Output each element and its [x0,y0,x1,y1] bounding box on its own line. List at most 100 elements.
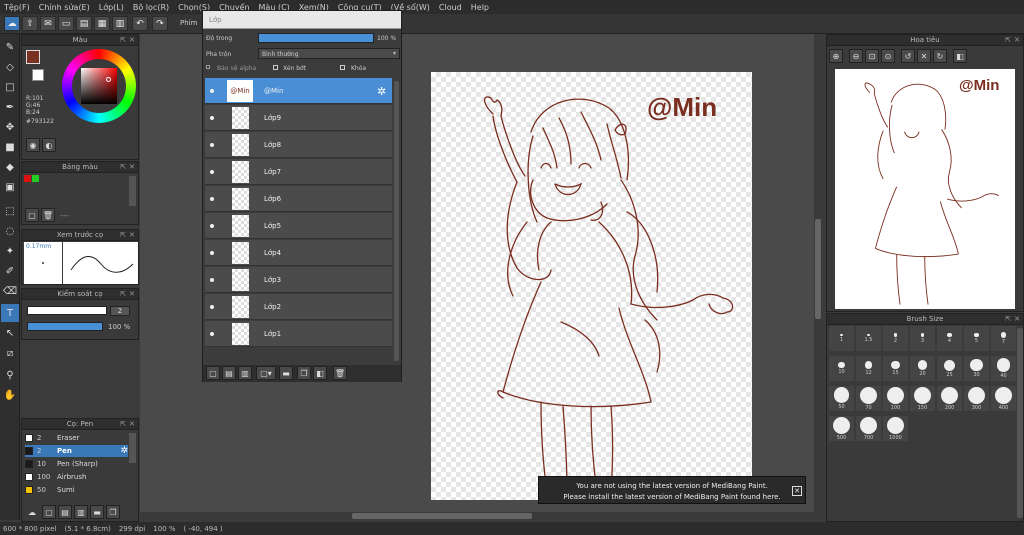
visibility-eye-icon[interactable] [210,278,214,282]
brush-size-cell[interactable]: 700 [856,416,881,441]
layer-list-scrollbar[interactable] [394,81,399,361]
rotate-right-icon[interactable]: ↻ [933,49,947,63]
hue-wheel[interactable] [62,49,136,123]
layer-row[interactable]: Lớp2 [205,294,392,320]
layer-row[interactable]: Lớp5 [205,213,392,239]
brush-copy-icon[interactable]: ▤ [58,505,72,519]
menu-item[interactable]: Tệp(F) [4,3,30,12]
brush-duplicate-icon[interactable]: ❐ [106,505,120,519]
magic-wand-icon[interactable]: ✦ [1,242,19,260]
divide-tool-icon[interactable]: ⧄ [1,344,19,362]
gear-icon[interactable]: ✲ [120,446,128,456]
merge-layer-icon[interactable]: ◧ [313,366,327,380]
upload-icon[interactable]: ⇪ [22,16,38,31]
visibility-eye-icon[interactable] [210,143,214,147]
canvas-vscroll[interactable] [814,34,822,520]
navigator-preview[interactable]: @Min [835,69,1015,309]
layer-row[interactable]: Lớp1 [205,321,392,347]
zoom-out-icon[interactable]: ⊖ [849,49,863,63]
bucket-tool-icon[interactable]: ◆ [1,158,19,176]
menu-item[interactable]: Chỉnh sửa(E) [39,3,90,12]
brush-size-scrollbar[interactable] [1017,328,1023,518]
brush-list-item[interactable]: 10 Pen (Sharp) [25,458,128,470]
brush-size-cell[interactable]: 7 [991,326,1016,351]
blend-mode-select[interactable]: Bình thường ▾ [258,48,400,59]
brush-size-cell[interactable]: 150 [910,386,935,411]
brush-size-cell[interactable]: 2 [883,326,908,351]
menu-item[interactable]: Help [471,3,489,12]
delete-color-icon[interactable]: 🗑 [41,208,55,222]
layer-row[interactable]: Lớp6 [205,186,392,212]
brush-size-value[interactable]: 2 [110,306,130,316]
brush-size-cell[interactable]: 1 [829,326,854,351]
saturation-square[interactable] [81,68,117,104]
palette-scrollbar[interactable] [129,176,136,206]
layer-row[interactable]: Lớp7 [205,159,392,185]
brush-size-cell[interactable]: 40 [991,356,1016,381]
canvas-hscroll[interactable] [140,512,814,520]
redo-icon[interactable]: ↷ [152,16,168,31]
alpha-lock-checkbox[interactable] [206,65,210,69]
clip-checkbox[interactable] [273,65,278,70]
reset-rotation-icon[interactable]: ✕ [917,49,931,63]
brush-size-cell[interactable]: 70 [856,386,881,411]
menu-item[interactable]: Cloud [439,3,462,12]
flip-icon[interactable]: ◧ [953,49,967,63]
eyedropper-icon[interactable]: ⚲ [1,366,19,384]
pen-tool-icon[interactable]: ✒ [1,98,19,116]
brush-folder-icon[interactable]: ▬ [90,505,104,519]
brush-size-cell[interactable]: 5 [964,326,989,351]
visibility-eye-icon[interactable] [210,170,214,174]
visibility-eye-icon[interactable] [210,332,214,336]
color-swap-icon[interactable]: ◐ [42,138,56,152]
sub-color-swatch[interactable] [32,69,44,81]
layer-row[interactable]: Lớp9 [205,105,392,131]
move-tool-icon[interactable]: ✥ [1,118,19,136]
visibility-eye-icon[interactable] [210,197,214,201]
comment-icon[interactable]: ▭ [58,16,74,31]
layer-search-placeholder[interactable]: Lớp [209,16,222,24]
duplicate-layer-icon[interactable]: ❐ [297,366,311,380]
brush-size-cell[interactable]: 15 [883,356,908,381]
brush-size-cell[interactable]: 50 [829,386,854,411]
brush-size-cell[interactable]: 4 [937,326,962,351]
lock-checkbox[interactable] [340,65,345,70]
visibility-eye-icon[interactable] [210,116,214,120]
text-tool-icon[interactable]: T [1,304,19,322]
brush-cloud-icon[interactable]: ☁ [25,505,39,519]
layer-row[interactable]: @Min @Min ✲ [205,78,392,104]
visibility-eye-icon[interactable] [210,305,214,309]
operation-tool-icon[interactable]: ↖ [1,324,19,342]
layer-row[interactable]: Lớp3 [205,267,392,293]
drawing-canvas[interactable]: @Min [431,72,752,500]
brush-list-item[interactable]: 100 Airbrush [25,471,128,483]
new-layer-menu-icon[interactable]: ▢▾ [256,366,276,380]
delete-layer-icon[interactable]: 🗑 [333,366,347,380]
brush-size-cell[interactable]: 3 [910,326,935,351]
brush-tool-icon[interactable]: ✎ [1,38,19,56]
brush-size-cell[interactable]: 25 [937,356,962,381]
brush-list-scrollbar[interactable] [129,433,136,463]
brush-size-cell[interactable]: 500 [829,416,854,441]
palette-icon[interactable]: ◉ [26,138,40,152]
visibility-eye-icon[interactable] [210,89,214,93]
select-pen-icon[interactable]: ✐ [1,262,19,280]
gear-icon[interactable]: ✲ [377,85,386,98]
brush-size-cell[interactable]: 1.5 [856,326,881,351]
new-8bit-layer-icon[interactable]: ▥ [238,366,252,380]
brush-size-cell[interactable]: 300 [964,386,989,411]
layout-icon[interactable]: ▥ [112,16,128,31]
brush-size-cell[interactable]: 10 [829,356,854,381]
actual-size-icon[interactable]: ⊙ [881,49,895,63]
brush-size-cell[interactable]: 100 [883,386,908,411]
brush-list-item[interactable]: 2 Eraser [25,432,128,444]
visibility-eye-icon[interactable] [210,251,214,255]
main-color-swatch[interactable] [26,50,40,64]
brush-size-cell[interactable]: 30 [964,356,989,381]
brush-edit-icon[interactable]: ▥ [74,505,88,519]
notification-close-icon[interactable]: ✕ [792,486,802,496]
hand-tool-icon[interactable]: ✋ [1,386,19,404]
zoom-in-icon[interactable]: ⊕ [829,49,843,63]
rotate-left-icon[interactable]: ↺ [901,49,915,63]
lasso-tool-icon[interactable]: ◌ [1,222,19,240]
